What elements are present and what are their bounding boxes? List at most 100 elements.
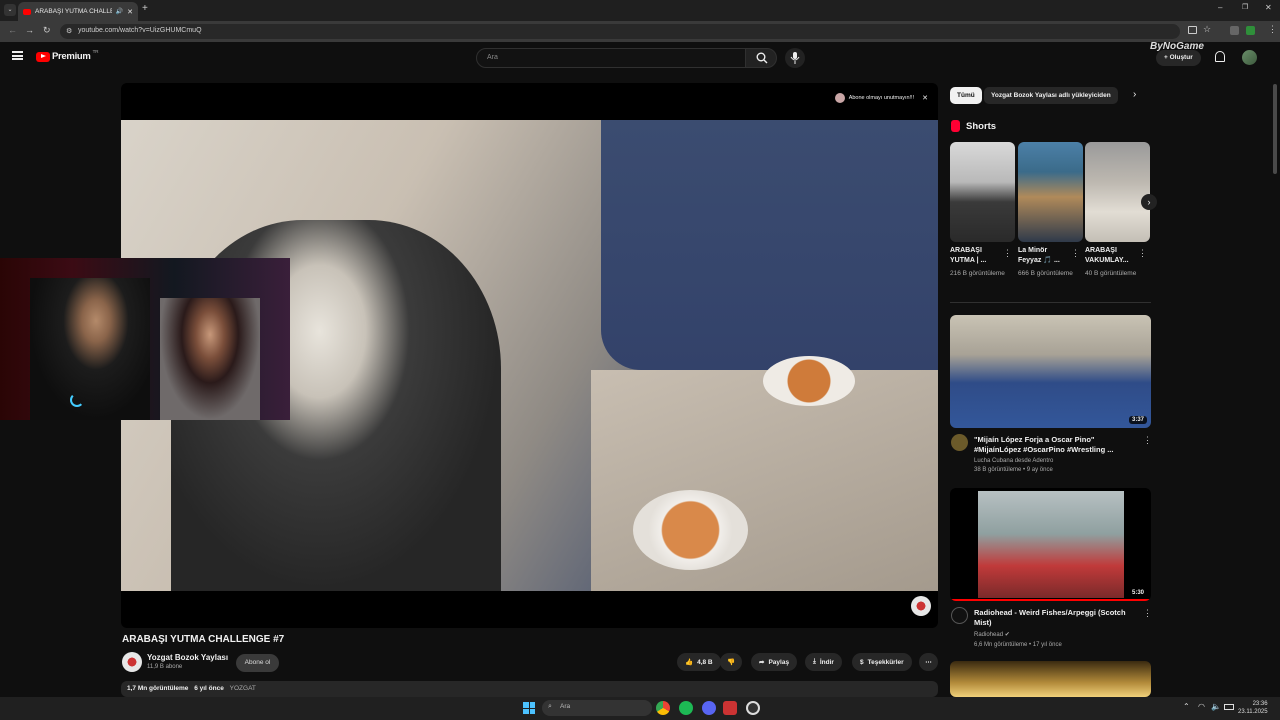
video-channel-1[interactable]: Lucha Cubana desde Adentro bbox=[974, 457, 1144, 466]
taskbar-search-label: Ara bbox=[560, 703, 571, 710]
download-button[interactable]: ⤓ İndir bbox=[805, 653, 842, 671]
spotify-taskbar-icon[interactable] bbox=[679, 701, 693, 715]
taskbar-time: 23:36 bbox=[1252, 701, 1268, 707]
video-channel-avatar-1[interactable] bbox=[951, 434, 968, 451]
discord-taskbar-icon[interactable] bbox=[702, 701, 716, 715]
minimize-button[interactable]: – bbox=[1218, 3, 1222, 12]
tab-close-icon[interactable]: ✕ bbox=[127, 8, 133, 16]
video-thumbnail-1[interactable]: 3:37 bbox=[950, 315, 1151, 428]
short-title-1[interactable]: ARABAŞI YUTMA | ... bbox=[950, 246, 1002, 266]
short-menu-icon-1[interactable]: ⋮ bbox=[1003, 248, 1012, 259]
windows-start-icon[interactable] bbox=[523, 702, 535, 714]
address-bar-row: ← → ↻ ⚙ youtube.com/watch?v=UizGHUMCmuQ … bbox=[0, 21, 1280, 42]
search-input[interactable]: Ara bbox=[476, 48, 746, 68]
download-label: İndir bbox=[819, 658, 834, 666]
video-duration-1: 3:37 bbox=[1128, 416, 1147, 424]
video-tag[interactable]: YOZGAT bbox=[230, 685, 256, 692]
profile-extension-icon[interactable] bbox=[1246, 26, 1255, 35]
channel-avatar[interactable] bbox=[122, 652, 142, 672]
thanks-button[interactable]: $ Teşekkürler bbox=[852, 653, 912, 671]
volume-icon[interactable]: 🔈 bbox=[1211, 702, 1221, 711]
video-channel-2[interactable]: Radiohead ✔ bbox=[974, 631, 1144, 640]
app-taskbar-icon[interactable] bbox=[723, 701, 737, 715]
back-icon[interactable]: ← bbox=[8, 25, 17, 35]
short-menu-icon-2[interactable]: ⋮ bbox=[1071, 248, 1080, 259]
video-menu-icon-2[interactable]: ⋮ bbox=[1143, 608, 1152, 619]
taskbar-search[interactable]: ⌕ Ara bbox=[542, 700, 652, 716]
description-box[interactable]: 1,7 Mn görüntüleme 6 yıl önce YOZGAT bbox=[121, 681, 938, 697]
channel-overlay-avatar bbox=[834, 93, 845, 103]
tray-chevron-icon[interactable]: ⌃ bbox=[1183, 702, 1190, 711]
video-title-1[interactable]: "Mijaín López Forja a Oscar Pino" #Mijaí… bbox=[974, 435, 1134, 455]
menu-kebab-icon[interactable]: ⋮ bbox=[1268, 24, 1277, 35]
overlay-close-icon[interactable]: ✕ bbox=[922, 94, 928, 102]
voice-search-button[interactable] bbox=[785, 48, 805, 68]
forward-icon[interactable]: → bbox=[25, 25, 34, 35]
video-title-2[interactable]: Radiohead - Weird Fishes/Arpeggi (Scotch… bbox=[974, 608, 1134, 628]
extension-icon[interactable] bbox=[1230, 26, 1239, 35]
short-thumbnail-1[interactable] bbox=[950, 142, 1015, 242]
close-window-button[interactable]: ✕ bbox=[1265, 3, 1272, 12]
reload-icon[interactable]: ↻ bbox=[43, 25, 51, 36]
tab-list-button[interactable]: ⌄ bbox=[4, 4, 16, 16]
video-meta-1: 38 B görüntüleme • 9 ay önce bbox=[974, 467, 1053, 473]
tab-title: ARABAŞI YUTMA CHALLEN... bbox=[35, 8, 112, 15]
chip-from-uploader[interactable]: Yozgat Bozok Yaylası adlı yükleyiciden bbox=[984, 87, 1118, 104]
wifi-icon[interactable]: ◠ bbox=[1198, 702, 1205, 711]
video-menu-icon-1[interactable]: ⋮ bbox=[1143, 435, 1152, 446]
short-thumbnail-3[interactable] bbox=[1085, 142, 1150, 242]
search-button[interactable] bbox=[745, 48, 777, 68]
shorts-icon bbox=[951, 120, 960, 132]
subscribe-button[interactable]: Abone ol bbox=[236, 654, 279, 672]
new-tab-button[interactable]: + bbox=[142, 3, 148, 14]
taskbar-clock[interactable]: 23:36 23.11.2025 bbox=[1238, 700, 1268, 716]
subscribe-reminder-overlay[interactable]: Abone olmayı unutmayın!!! ✕ bbox=[834, 93, 928, 103]
video-thumbnail-2[interactable]: 5:30 bbox=[950, 488, 1151, 601]
view-count: 1,7 Mn görüntüleme bbox=[127, 685, 189, 692]
create-label: Oluştur bbox=[1169, 54, 1193, 61]
notifications-bell-icon[interactable] bbox=[1215, 51, 1225, 62]
obs-taskbar-icon[interactable] bbox=[746, 701, 760, 715]
short-title-3[interactable]: ARABAŞI VAKUMLAY... bbox=[1085, 246, 1137, 266]
site-info-icon[interactable]: ⚙ bbox=[66, 27, 72, 35]
youtube-logo[interactable]: Premium TR bbox=[36, 49, 99, 62]
video-thumbnail-3[interactable] bbox=[950, 661, 1151, 697]
page-scrollbar[interactable] bbox=[1273, 74, 1278, 697]
browser-tab[interactable]: ARABAŞI YUTMA CHALLEN... 🔊 ✕ bbox=[18, 2, 138, 21]
short-title-2[interactable]: La Minör Feyyaz 🎵 ... bbox=[1018, 246, 1070, 266]
youtube-play-icon bbox=[36, 51, 50, 62]
bookmark-star-icon[interactable]: ☆ bbox=[1203, 24, 1211, 35]
scrollbar-thumb[interactable] bbox=[1273, 84, 1277, 174]
shorts-heading: Shorts bbox=[966, 121, 997, 132]
account-avatar[interactable] bbox=[1242, 50, 1257, 65]
hamburger-menu-icon[interactable] bbox=[12, 51, 23, 60]
like-button[interactable]: 👍 4,8 B bbox=[677, 653, 721, 671]
url-text: youtube.com/watch?v=UizGHUMCmuQ bbox=[78, 27, 202, 34]
short-menu-icon-3[interactable]: ⋮ bbox=[1138, 248, 1147, 259]
maximize-button[interactable]: ❐ bbox=[1242, 3, 1248, 11]
channel-name[interactable]: Yozgat Bozok Yaylası bbox=[147, 653, 228, 662]
video-meta-2: 6,6 Mn görüntüleme • 17 yıl önce bbox=[974, 642, 1062, 648]
verified-icon: ✔ bbox=[1004, 632, 1010, 638]
short-views-3: 40 B görüntüleme bbox=[1085, 270, 1137, 277]
thumbs-down-icon: 👎 bbox=[727, 659, 736, 666]
youtube-header: Premium TR Ara ByNoGame + Oluştur bbox=[0, 41, 1280, 74]
chips-next-icon[interactable]: › bbox=[1133, 89, 1136, 100]
battery-icon[interactable] bbox=[1224, 704, 1234, 710]
short-thumbnail-2[interactable] bbox=[1018, 142, 1083, 242]
like-count: 4,8 B bbox=[697, 658, 713, 666]
chip-all[interactable]: Tümü bbox=[950, 87, 982, 104]
share-button[interactable]: ➦ Paylaş bbox=[751, 653, 798, 671]
chrome-taskbar-icon[interactable] bbox=[656, 701, 670, 715]
shorts-next-button[interactable]: › bbox=[1141, 194, 1157, 210]
create-button[interactable]: + Oluştur bbox=[1156, 50, 1201, 66]
cast-icon[interactable] bbox=[1188, 26, 1197, 34]
url-field[interactable]: ⚙ youtube.com/watch?v=UizGHUMCmuQ bbox=[60, 24, 1180, 39]
video-person-right bbox=[601, 120, 938, 370]
short-views-2: 666 B görüntüleme bbox=[1018, 270, 1073, 277]
webcam-overlay bbox=[0, 258, 290, 420]
dislike-button[interactable]: 👎 bbox=[720, 653, 743, 671]
channel-watermark-icon[interactable] bbox=[911, 596, 931, 616]
more-actions-button[interactable]: ⋯ bbox=[919, 653, 938, 671]
video-channel-avatar-2[interactable] bbox=[951, 607, 968, 624]
